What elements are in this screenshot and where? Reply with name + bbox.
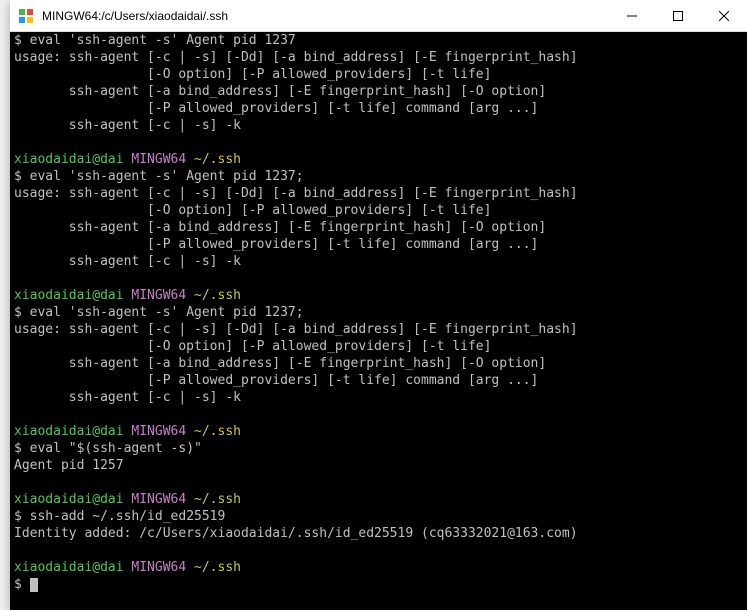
output-line: [-P allowed_providers] [-t life] command… (14, 236, 743, 253)
output-line: ssh-agent [-a bind_address] [-E fingerpr… (14, 219, 743, 236)
prompt-path: ~/.ssh (194, 424, 241, 439)
prompt-env: MINGW64 (131, 152, 186, 167)
output-line: ssh-agent [-c | -s] -k (14, 389, 743, 406)
command-line: $ eval 'ssh-agent -s' Agent pid 1237 (14, 32, 743, 49)
output-line: [-O option] [-P allowed_providers] [-t l… (14, 202, 743, 219)
output-line: usage: ssh-agent [-c | -s] [-Dd] [-a bin… (14, 321, 743, 338)
prompt-env: MINGW64 (131, 560, 186, 575)
prompt-symbol: $ (14, 441, 22, 456)
cursor (30, 578, 38, 592)
prompt-path: ~/.ssh (194, 492, 241, 507)
blank-line (14, 474, 743, 491)
close-button[interactable] (701, 0, 747, 31)
command-text: eval 'ssh-agent -s' Agent pid 1237; (30, 305, 304, 320)
output-line: ssh-agent [-a bind_address] [-E fingerpr… (14, 83, 743, 100)
prompt-symbol: $ (14, 169, 22, 184)
terminal-window: MINGW64:/c/Users/xiaodaidai/.ssh $ eval … (10, 0, 747, 610)
prompt-path: ~/.ssh (194, 152, 241, 167)
titlebar[interactable]: MINGW64:/c/Users/xiaodaidai/.ssh (10, 0, 747, 32)
minimize-button[interactable] (609, 0, 655, 31)
prompt-line: xiaodaidai@dai MINGW64 ~/.ssh (14, 287, 743, 304)
output-line: ssh-agent [-c | -s] -k (14, 117, 743, 134)
prompt-env: MINGW64 (131, 424, 186, 439)
output-line: Identity added: /c/Users/xiaodaidai/.ssh… (14, 525, 743, 542)
command-line[interactable]: $ (14, 576, 743, 593)
prompt-path: ~/.ssh (194, 560, 241, 575)
terminal-body[interactable]: $ eval 'ssh-agent -s' Agent pid 1237usag… (10, 32, 747, 610)
output-line: usage: ssh-agent [-c | -s] [-Dd] [-a bin… (14, 185, 743, 202)
output-line: ssh-agent [-a bind_address] [-E fingerpr… (14, 355, 743, 372)
app-icon (18, 8, 34, 24)
prompt-user: xiaodaidai@dai (14, 424, 124, 439)
output-line: ssh-agent [-c | -s] -k (14, 253, 743, 270)
output-line: [-O option] [-P allowed_providers] [-t l… (14, 66, 743, 83)
command-line: $ eval "$(ssh-agent -s)" (14, 440, 743, 457)
command-text: eval "$(ssh-agent -s)" (30, 441, 202, 456)
blank-line (14, 542, 743, 559)
output-line: usage: ssh-agent [-c | -s] [-Dd] [-a bin… (14, 49, 743, 66)
command-line: $ ssh-add ~/.ssh/id_ed25519 (14, 508, 743, 525)
command-text: eval 'ssh-agent -s' Agent pid 1237; (30, 169, 304, 184)
maximize-button[interactable] (655, 0, 701, 31)
window-controls (609, 0, 747, 31)
prompt-path: ~/.ssh (194, 288, 241, 303)
output-line: [-O option] [-P allowed_providers] [-t l… (14, 338, 743, 355)
command-line: $ eval 'ssh-agent -s' Agent pid 1237; (14, 168, 743, 185)
prompt-line: xiaodaidai@dai MINGW64 ~/.ssh (14, 559, 743, 576)
prompt-line: xiaodaidai@dai MINGW64 ~/.ssh (14, 491, 743, 508)
output-line: [-P allowed_providers] [-t life] command… (14, 100, 743, 117)
prompt-user: xiaodaidai@dai (14, 492, 124, 507)
prompt-symbol: $ (14, 305, 22, 320)
window-title: MINGW64:/c/Users/xiaodaidai/.ssh (42, 9, 609, 23)
prompt-env: MINGW64 (131, 492, 186, 507)
command-text: eval 'ssh-agent -s' Agent pid 1237 (30, 33, 296, 48)
prompt-symbol: $ (14, 509, 22, 524)
blank-line (14, 270, 743, 287)
output-line: Agent pid 1257 (14, 457, 743, 474)
command-text: ssh-add ~/.ssh/id_ed25519 (30, 509, 226, 524)
command-line: $ eval 'ssh-agent -s' Agent pid 1237; (14, 304, 743, 321)
output-line: [-P allowed_providers] [-t life] command… (14, 372, 743, 389)
prompt-line: xiaodaidai@dai MINGW64 ~/.ssh (14, 423, 743, 440)
prompt-user: xiaodaidai@dai (14, 152, 124, 167)
blank-line (14, 134, 743, 151)
prompt-symbol: $ (14, 577, 22, 592)
prompt-user: xiaodaidai@dai (14, 560, 124, 575)
prompt-symbol: $ (14, 33, 22, 48)
prompt-line: xiaodaidai@dai MINGW64 ~/.ssh (14, 151, 743, 168)
prompt-env: MINGW64 (131, 288, 186, 303)
prompt-user: xiaodaidai@dai (14, 288, 124, 303)
blank-line (14, 406, 743, 423)
